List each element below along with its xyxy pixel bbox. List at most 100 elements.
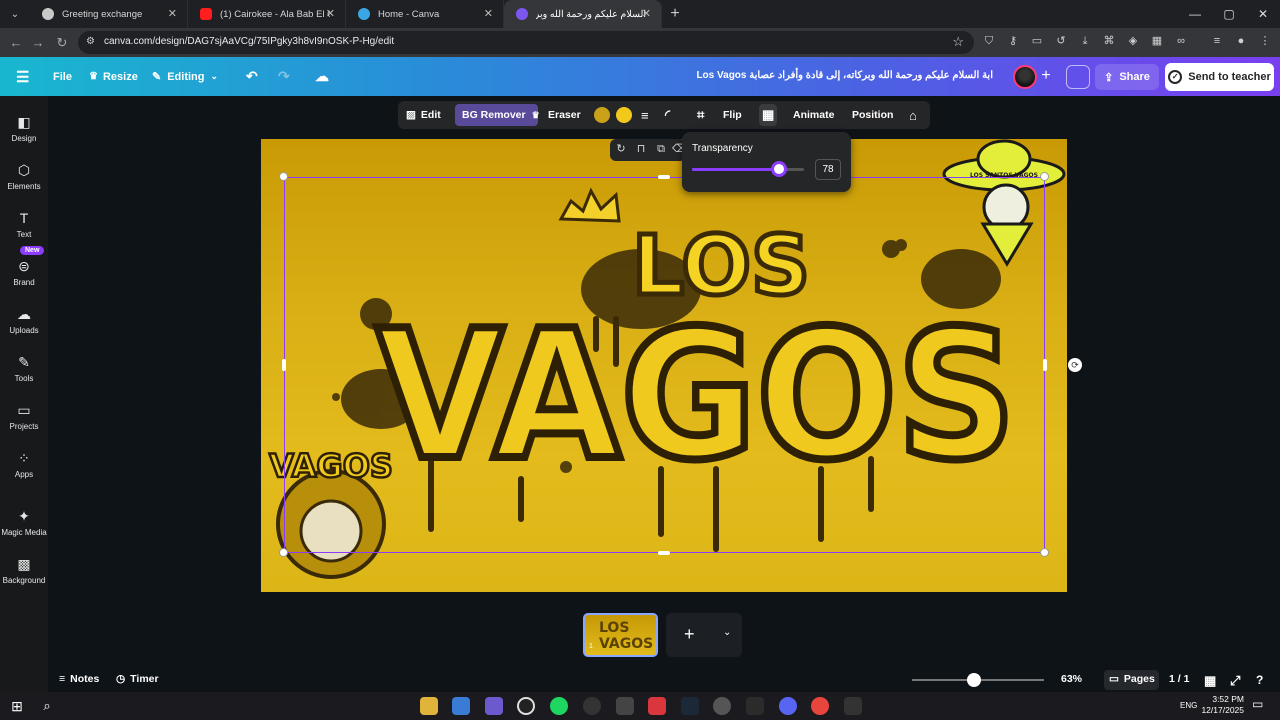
sidebar-item-apps[interactable]: ⁘ Apps	[0, 444, 48, 490]
app-icon[interactable]	[844, 697, 862, 715]
redo-icon[interactable]: ↷	[278, 57, 290, 96]
lock-icon[interactable]: ⊓	[634, 142, 648, 156]
timer-button[interactable]: ◷ Timer	[116, 673, 159, 685]
close-tab-icon[interactable]: ✕	[642, 7, 651, 20]
bg-remover-button[interactable]: BG Remover ♛	[462, 101, 540, 129]
sidebar-item-text[interactable]: T Text	[0, 204, 48, 250]
new-tab-button[interactable]: +	[662, 0, 688, 28]
rotate-handle-icon[interactable]: ⟳	[1068, 358, 1082, 372]
add-collaborator-button[interactable]: +	[1036, 66, 1056, 86]
store-icon[interactable]	[452, 697, 470, 715]
app-icon[interactable]	[616, 697, 634, 715]
app-icon[interactable]	[517, 697, 535, 715]
cloud-saved-icon[interactable]: ☁	[315, 57, 329, 96]
resize-button[interactable]: ♛ Resize	[89, 57, 138, 96]
zoom-level[interactable]: 63%	[1061, 673, 1082, 685]
sidebar-item-magic-media[interactable]: ✦ Magic Media	[0, 502, 48, 548]
add-page-button[interactable]: + ⌄	[666, 613, 742, 657]
spotify-icon[interactable]	[550, 697, 568, 715]
corner-rounding-icon[interactable]: ◜	[665, 101, 670, 129]
transparency-slider[interactable]	[692, 161, 804, 177]
document-title[interactable]: Los Vagos ابة السلام عليكم ورحمة الله وب…	[696, 70, 993, 81]
app-icon[interactable]	[485, 697, 503, 715]
extension-icon[interactable]: ◈	[1126, 34, 1140, 48]
download-icon[interactable]: ⤓	[1078, 34, 1092, 48]
resize-handle-sw[interactable]	[279, 548, 288, 557]
minimize-button[interactable]: —	[1178, 0, 1212, 28]
file-menu-button[interactable]: File	[53, 57, 72, 96]
zoom-slider-thumb[interactable]	[967, 673, 981, 687]
pages-button[interactable]: ▭ Pages	[1109, 673, 1155, 685]
tab-search-button[interactable]: ⌄	[0, 0, 30, 28]
edit-image-button[interactable]: ▨ Edit	[406, 101, 441, 129]
system-clock[interactable]: 3:52 PM 12/17/2025	[1200, 694, 1244, 716]
transparency-slider-thumb[interactable]	[771, 161, 788, 177]
sidebar-item-brand[interactable]: ⊜ Brand	[0, 252, 48, 298]
sidebar-item-tools[interactable]: ✎ Tools	[0, 348, 48, 394]
crop-icon[interactable]: ⌗	[697, 101, 704, 129]
user-avatar[interactable]	[1013, 65, 1037, 89]
animate-button[interactable]: Animate	[793, 101, 834, 129]
link-icon[interactable]: ∞	[1174, 34, 1188, 48]
back-icon[interactable]: ←	[6, 33, 26, 53]
share-button[interactable]: ⇪ Share	[1095, 64, 1159, 90]
app-icon[interactable]	[583, 697, 601, 715]
extension-icon[interactable]: ⚷	[1006, 34, 1020, 48]
browser-tab-active[interactable]: السلام عليكم ورحمة الله وبركاته، إ ✕	[504, 0, 662, 28]
chrome-icon[interactable]	[811, 697, 829, 715]
paint-format-icon[interactable]: ⌂	[909, 101, 917, 129]
forward-icon[interactable]: →	[28, 33, 48, 53]
close-window-button[interactable]: ✕	[1246, 0, 1280, 28]
eraser-button[interactable]: Eraser	[548, 101, 581, 129]
language-indicator[interactable]: ENG	[1180, 701, 1197, 710]
grid-view-icon[interactable]: ▦	[1204, 673, 1216, 689]
apps-grid-icon[interactable]: ▦	[1150, 34, 1164, 48]
hamburger-menu-icon[interactable]: ☰	[16, 57, 29, 96]
undo-icon[interactable]: ↶	[246, 57, 258, 96]
extension-icon[interactable]: ▭	[1030, 34, 1044, 48]
resize-handle-w[interactable]	[282, 359, 286, 371]
sidebar-item-uploads[interactable]: ☁ Uploads	[0, 300, 48, 346]
resize-handle-nw[interactable]	[279, 172, 288, 181]
close-tab-icon[interactable]: ✕	[484, 7, 493, 20]
browser-tab[interactable]: Greeting exchange ✕	[30, 0, 188, 28]
reading-list-icon[interactable]: ≡	[1210, 34, 1224, 48]
notification-icon[interactable]: ▭	[1252, 697, 1270, 715]
site-info-icon[interactable]: ⚙	[86, 36, 95, 47]
search-icon[interactable]: ⌕	[38, 697, 56, 715]
browser-tab[interactable]: (1) Cairokee - Ala Bab El Ca ✕	[188, 0, 346, 28]
flip-button[interactable]: Flip	[723, 101, 742, 129]
resize-handle-s[interactable]	[658, 551, 670, 555]
sidebar-item-elements[interactable]: ⬡ Elements	[0, 156, 48, 202]
translate-icon[interactable]: ⌘	[1102, 34, 1116, 48]
extension-icon[interactable]: ⛉	[982, 34, 996, 48]
history-icon[interactable]: ↺	[1054, 34, 1068, 48]
close-tab-icon[interactable]: ✕	[326, 7, 335, 20]
sidebar-item-design[interactable]: ◧ Design	[0, 108, 48, 154]
discord-icon[interactable]	[779, 697, 797, 715]
address-bar[interactable]: ⚙ canva.com/design/DAG7sjAaVCg/75IPgky3h…	[78, 31, 974, 54]
chevron-down-icon[interactable]: ⌄	[723, 627, 731, 638]
sidebar-item-projects[interactable]: ▭ Projects	[0, 396, 48, 442]
file-explorer-icon[interactable]	[420, 697, 438, 715]
transparency-value-input[interactable]: 78	[815, 159, 841, 180]
border-style-icon[interactable]: ≡	[641, 101, 649, 129]
close-tab-icon[interactable]: ✕	[168, 7, 177, 20]
maximize-button[interactable]: ▢	[1212, 0, 1246, 28]
editing-mode-button[interactable]: ✎ Editing ⌄	[152, 57, 218, 96]
color-swatch[interactable]	[616, 107, 632, 123]
sidebar-item-background[interactable]: ▩ Background	[0, 550, 48, 596]
steam-icon[interactable]	[681, 697, 699, 715]
epic-games-icon[interactable]	[746, 697, 764, 715]
duplicate-icon[interactable]: ⧉	[654, 142, 668, 156]
notes-button[interactable]: ≡ Notes	[59, 673, 99, 685]
profile-avatar[interactable]: ●	[1234, 34, 1248, 48]
resize-handle-ne[interactable]	[1040, 172, 1049, 181]
app-icon[interactable]	[648, 697, 666, 715]
send-to-teacher-button[interactable]: ✓ Send to teacher	[1165, 63, 1274, 91]
reload-icon[interactable]: ↻	[52, 33, 72, 53]
app-icon[interactable]	[713, 697, 731, 715]
resize-handle-se[interactable]	[1040, 548, 1049, 557]
refresh-icon[interactable]: ↻	[614, 142, 628, 156]
menu-kebab-icon[interactable]: ⋮	[1258, 34, 1272, 48]
